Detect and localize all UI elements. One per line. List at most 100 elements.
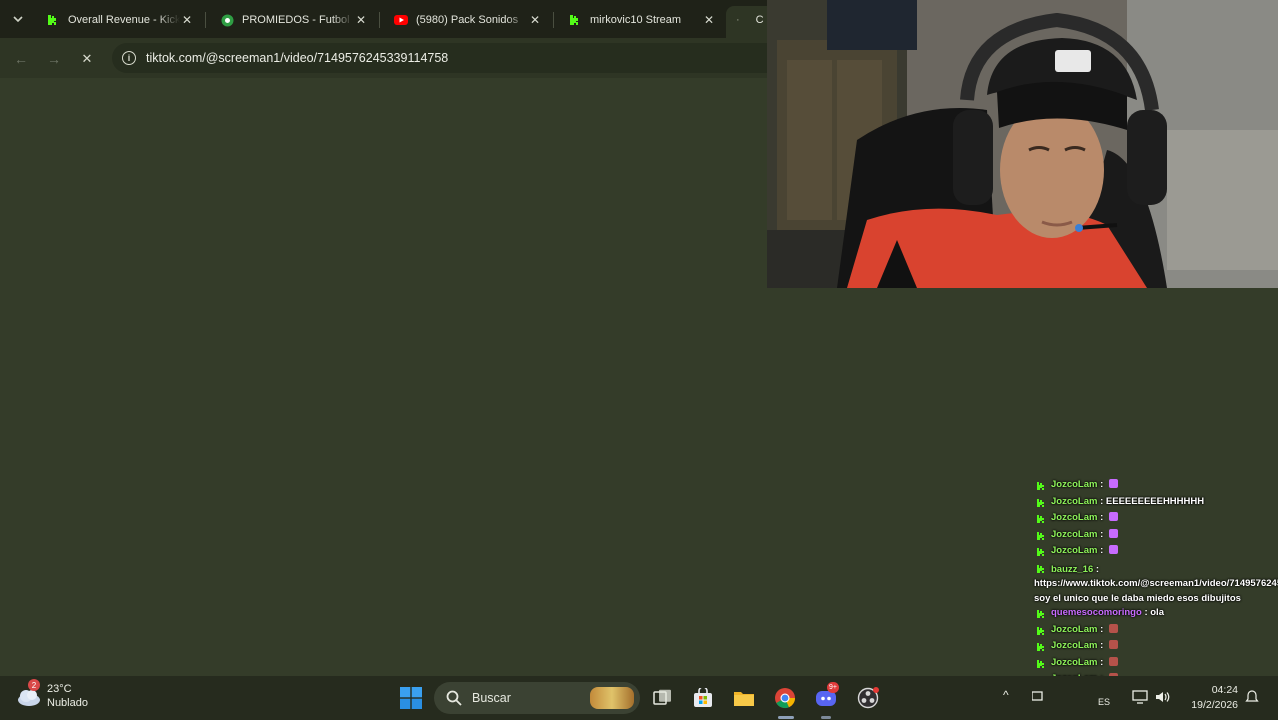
kick-badge-icon xyxy=(1037,642,1045,651)
chat-message: JozcoLam : xyxy=(1034,656,1278,673)
microsoft-store-icon[interactable] xyxy=(690,685,716,711)
tab-mirkovic-stream[interactable]: mirkovic10 Stream ✕ xyxy=(558,6,724,34)
kick-badge-icon xyxy=(1037,659,1045,668)
chrome-icon[interactable] xyxy=(772,685,798,711)
url-text: tiktok.com/@screeman1/video/714957624533… xyxy=(146,51,449,65)
chat-separator: : xyxy=(1100,656,1104,668)
chat-username[interactable]: JozcoLam xyxy=(1051,624,1097,635)
tab-overall-revenue[interactable]: Overall Revenue - Kick ✕ xyxy=(36,6,202,34)
chat-username[interactable]: JozcoLam xyxy=(1051,496,1097,507)
task-view-icon[interactable] xyxy=(650,685,676,711)
clock-date: 19/2/2026 xyxy=(1191,699,1238,711)
weather-description: Nublado xyxy=(47,697,88,709)
chat-username[interactable]: JozcoLam xyxy=(1051,545,1097,556)
chat-username[interactable]: JozcoLam xyxy=(1051,479,1097,490)
weather-badge: 2 xyxy=(28,679,40,691)
running-app-indicator xyxy=(821,716,831,719)
forward-button[interactable]: → xyxy=(43,48,65,70)
taskbar-search[interactable]: Buscar xyxy=(434,682,640,714)
chat-username[interactable]: JozcoLam xyxy=(1051,657,1097,668)
emote-icon xyxy=(1108,623,1118,633)
tab-close-icon[interactable]: ✕ xyxy=(528,13,542,27)
kick-icon xyxy=(568,13,582,27)
tab-title: PROMIEDOS - Futbol xyxy=(242,14,350,26)
tab-pack-sonidos[interactable]: (5980) Pack Sonidos ✕ xyxy=(384,6,550,34)
tab-search-button[interactable] xyxy=(6,7,30,31)
search-placeholder: Buscar xyxy=(472,691,511,705)
tab-title: C xyxy=(755,14,764,26)
file-explorer-icon[interactable] xyxy=(731,685,757,711)
tab-close-icon[interactable]: ✕ xyxy=(180,13,194,27)
show-hidden-icons-button[interactable]: ^ xyxy=(1003,688,1009,702)
chat-overlay: JozcoLam : JozcoLam : EEEEEEEEEHHHHHH Jo… xyxy=(1034,478,1278,705)
chat-username[interactable]: JozcoLam xyxy=(1051,529,1097,540)
windows-taskbar: 2 23°C Nublado Buscar 9+ ^ ES 04:24 19/2… xyxy=(0,676,1278,720)
tab-promiedos[interactable]: PROMIEDOS - Futbol ✕ xyxy=(210,6,376,34)
tab-separator xyxy=(553,12,554,28)
chat-username[interactable]: bauzz_16 xyxy=(1051,564,1093,575)
chat-message: quemesocomoringo : ola xyxy=(1034,606,1278,623)
chat-separator: : xyxy=(1100,528,1104,540)
emote-icon xyxy=(1108,545,1118,554)
chat-separator: : xyxy=(1100,479,1104,490)
chat-separator: : xyxy=(1100,495,1104,507)
system-clock[interactable]: 04:24 19/2/2026 xyxy=(1180,683,1238,713)
notifications-icon[interactable] xyxy=(1245,690,1259,707)
site-info-icon[interactable]: i xyxy=(122,51,136,65)
tab-title: (5980) Pack Sonidos xyxy=(416,14,519,26)
kick-badge-icon xyxy=(1037,609,1045,618)
chat-separator: : xyxy=(1144,607,1148,618)
stop-loading-button[interactable]: ✕ xyxy=(76,48,98,70)
emote-icon xyxy=(1108,656,1118,666)
windows-start-button[interactable] xyxy=(398,685,424,711)
youtube-icon xyxy=(394,13,408,27)
chat-separator: : xyxy=(1100,623,1104,635)
kick-badge-icon xyxy=(1037,498,1045,507)
chat-message: JozcoLam : xyxy=(1034,544,1278,561)
streamer-webcam-image xyxy=(767,0,1278,288)
emote-icon xyxy=(1108,479,1118,488)
chat-username[interactable]: JozcoLam xyxy=(1051,640,1097,651)
chat-message: JozcoLam : EEEEEEEEEHHHHHH xyxy=(1034,495,1278,512)
chat-text: https://www.tiktok.com/@screeman1/video/… xyxy=(1034,578,1278,604)
emote-icon xyxy=(1108,512,1118,521)
search-icon xyxy=(446,690,462,706)
network-icon[interactable] xyxy=(1031,690,1046,705)
chat-username[interactable]: JozcoLam xyxy=(1051,512,1097,523)
chat-message: JozcoLam : xyxy=(1034,623,1278,640)
language-indicator[interactable]: ES xyxy=(1098,697,1110,707)
kick-icon xyxy=(46,13,60,27)
promiedos-icon xyxy=(220,13,234,27)
clock-time: 04:24 xyxy=(1211,684,1238,696)
chat-separator: : xyxy=(1095,563,1100,575)
discord-notification-badge: 9+ xyxy=(827,682,839,693)
chat-message: JozcoLam : xyxy=(1034,639,1278,656)
webcam-overlay xyxy=(767,0,1278,288)
active-app-indicator xyxy=(778,716,794,719)
kick-badge-icon xyxy=(1037,531,1045,540)
chat-separator: : xyxy=(1100,545,1104,556)
weather-widget[interactable]: 2 23°C Nublado xyxy=(16,679,88,710)
chat-message: JozcoLam : xyxy=(1034,478,1278,495)
tab-close-icon[interactable]: ✕ xyxy=(702,13,716,27)
tab-close-icon[interactable]: ✕ xyxy=(354,13,368,27)
weather-temperature: 23°C xyxy=(47,683,72,695)
chat-text: ola xyxy=(1150,607,1164,618)
tab-separator xyxy=(379,12,380,28)
chat-message: bauzz_16 : https://www.tiktok.com/@scree… xyxy=(1034,561,1278,607)
chat-username[interactable]: quemesocomoringo xyxy=(1051,607,1142,618)
discord-icon[interactable]: 9+ xyxy=(813,682,839,711)
kick-badge-icon xyxy=(1037,514,1045,523)
volume-icon[interactable] xyxy=(1155,690,1171,707)
emote-icon xyxy=(1108,528,1118,538)
cloudy-weather-icon: 2 xyxy=(16,679,42,709)
loading-icon: · xyxy=(736,14,740,26)
back-button[interactable]: ← xyxy=(10,48,32,70)
chat-message: JozcoLam : xyxy=(1034,528,1278,545)
chat-separator: : xyxy=(1100,640,1104,651)
display-icon[interactable] xyxy=(1132,690,1148,707)
windows-logo-icon xyxy=(400,687,422,709)
kick-badge-icon xyxy=(1037,481,1045,490)
obs-icon[interactable] xyxy=(855,685,881,711)
chat-separator: : xyxy=(1100,512,1104,523)
